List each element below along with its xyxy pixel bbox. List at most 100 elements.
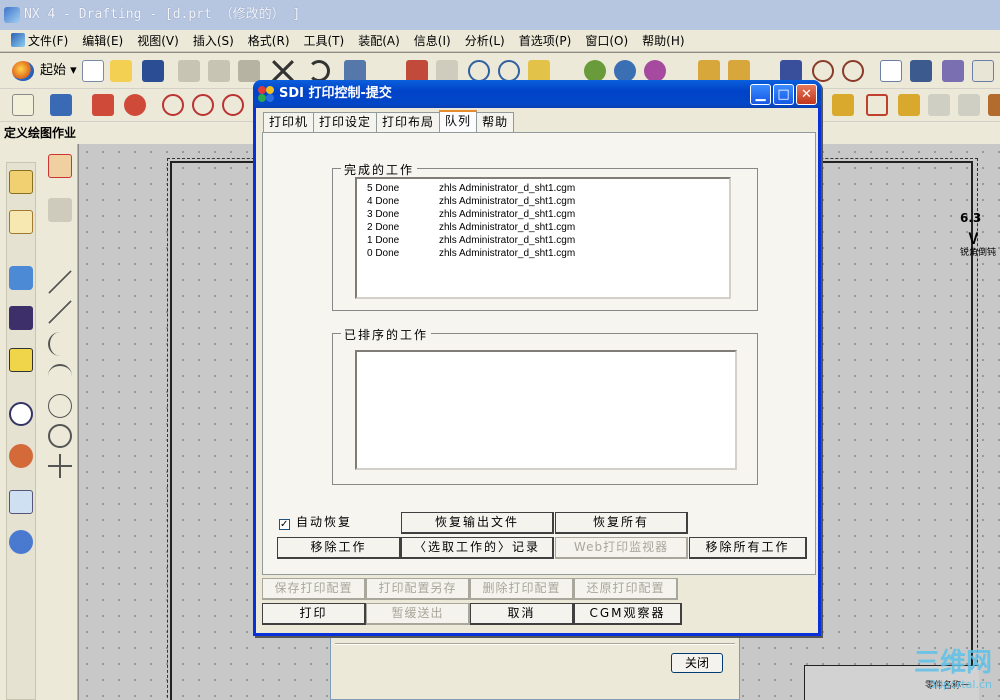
- symbol-icon[interactable]: [898, 94, 920, 116]
- view-icon[interactable]: [50, 94, 72, 116]
- window-icon[interactable]: [880, 60, 902, 82]
- start-button[interactable]: 起始 ▾: [10, 59, 77, 83]
- list-item[interactable]: 2 Done zhls Administrator_d_sht1.cgm: [357, 222, 729, 235]
- point-tool-icon[interactable]: [48, 154, 72, 178]
- tab-help[interactable]: 帮助: [476, 112, 515, 132]
- undo-icon[interactable]: [308, 60, 330, 82]
- maximize-icon[interactable]: □: [773, 84, 794, 105]
- list-item[interactable]: 1 Done zhls Administrator_d_sht1.cgm: [357, 235, 729, 248]
- menu-window[interactable]: 窗口(O): [578, 32, 635, 49]
- zoom-in-icon[interactable]: [498, 60, 520, 82]
- auto-recover-checkbox[interactable]: ✓ 自动恢复: [279, 513, 352, 530]
- tab-print-layout[interactable]: 打印布局: [376, 112, 441, 132]
- point-circle-icon[interactable]: [48, 394, 72, 418]
- rotate-icon[interactable]: [584, 60, 606, 82]
- fit-view-icon[interactable]: [406, 60, 428, 82]
- layers-icon[interactable]: [972, 60, 994, 82]
- tab-queue[interactable]: 队列: [439, 110, 478, 132]
- paste-icon[interactable]: [238, 60, 260, 82]
- point-plus-icon[interactable]: [48, 454, 72, 478]
- list-item[interactable]: 0 Done zhls Administrator_d_sht1.cgm: [357, 248, 729, 261]
- line-b-icon[interactable]: [48, 300, 72, 324]
- tab-printer[interactable]: 打印机: [263, 112, 315, 132]
- measure-angle-icon[interactable]: [728, 60, 750, 82]
- menu-file[interactable]: 文件(F): [4, 32, 75, 49]
- open-folder-icon[interactable]: [110, 60, 132, 82]
- assembly-navigator-icon[interactable]: [9, 170, 33, 194]
- help-icon[interactable]: [9, 348, 33, 372]
- fillet-icon[interactable]: [48, 364, 72, 388]
- completed-jobs-list[interactable]: 5 Done zhls Administrator_d_sht1.cgm 4 Do…: [355, 177, 731, 299]
- arc-icon[interactable]: [48, 332, 72, 356]
- tool-b-icon[interactable]: [48, 198, 72, 222]
- selection-icon[interactable]: [344, 60, 366, 82]
- save-icon[interactable]: [142, 60, 164, 82]
- menu-insert[interactable]: 插入(S): [186, 32, 241, 49]
- remove-job-button[interactable]: 移除工作: [277, 537, 401, 559]
- analysis-icon[interactable]: [842, 60, 864, 82]
- part-navigator-icon[interactable]: [9, 210, 33, 234]
- cancel-button[interactable]: 取消: [470, 603, 574, 625]
- dialog-title-bar[interactable]: SDI 打印控制-提交 ▁ □ ✕: [253, 80, 821, 108]
- menu-info[interactable]: 信息(I): [407, 32, 458, 49]
- roles-icon[interactable]: [9, 444, 33, 468]
- selected-job-log-button[interactable]: 〈选取工作的〉记录: [401, 537, 554, 559]
- print-button[interactable]: 打印: [262, 603, 366, 625]
- recover-all-button[interactable]: 恢复所有: [555, 512, 688, 534]
- render-icon[interactable]: [644, 60, 666, 82]
- list-item[interactable]: 4 Done zhls Administrator_d_sht1.cgm: [357, 196, 729, 209]
- menu-edit[interactable]: 编辑(E): [75, 32, 130, 49]
- web-browser-icon[interactable]: [9, 266, 33, 290]
- feature-b-icon[interactable]: [192, 94, 214, 116]
- checkbox-check-icon[interactable]: ✓: [279, 519, 290, 530]
- cube-b-icon[interactable]: [958, 94, 980, 116]
- measure-distance-icon[interactable]: [698, 60, 720, 82]
- list-item[interactable]: 3 Done zhls Administrator_d_sht1.cgm: [357, 209, 729, 222]
- list-item[interactable]: 5 Done zhls Administrator_d_sht1.cgm: [357, 183, 729, 196]
- menu-help[interactable]: 帮助(H): [635, 32, 691, 49]
- pan-icon[interactable]: [528, 60, 550, 82]
- queued-jobs-list[interactable]: [355, 350, 737, 470]
- restore-print-config-button[interactable]: 还原打印配置: [574, 578, 678, 600]
- orient-icon[interactable]: [614, 60, 636, 82]
- circle-tool-icon[interactable]: [48, 424, 72, 448]
- system-materials-icon[interactable]: [9, 490, 33, 514]
- recover-output-file-button[interactable]: 恢复输出文件: [401, 512, 554, 534]
- close-button[interactable]: 关闭: [671, 653, 723, 673]
- minimize-icon[interactable]: ▁: [750, 84, 771, 105]
- menu-analysis[interactable]: 分析(L): [458, 32, 512, 49]
- cube-c-icon[interactable]: [988, 94, 1000, 116]
- table-icon[interactable]: [942, 60, 964, 82]
- menu-preferences[interactable]: 首选项(P): [512, 32, 579, 49]
- cut-icon[interactable]: [178, 60, 200, 82]
- close-icon[interactable]: ✕: [796, 84, 817, 105]
- training-icon[interactable]: [9, 306, 33, 330]
- remove-all-jobs-button[interactable]: 移除所有工作: [689, 537, 807, 559]
- cube-a-icon[interactable]: [928, 94, 950, 116]
- line-icon[interactable]: [48, 270, 72, 294]
- feature-c-icon[interactable]: [222, 94, 244, 116]
- delete-icon[interactable]: [272, 60, 294, 82]
- new-sheet-icon[interactable]: [12, 94, 34, 116]
- delete-print-config-button[interactable]: 删除打印配置: [470, 578, 574, 600]
- circle-icon[interactable]: [812, 60, 834, 82]
- copy-icon[interactable]: [208, 60, 230, 82]
- annotation-icon[interactable]: [124, 94, 146, 116]
- new-file-icon[interactable]: [82, 60, 104, 82]
- menu-tools[interactable]: 工具(T): [297, 32, 352, 49]
- datum-icon[interactable]: [866, 94, 888, 116]
- menu-assembly[interactable]: 装配(A): [351, 32, 407, 49]
- save-print-config-button[interactable]: 保存打印配置: [262, 578, 366, 600]
- menu-format[interactable]: 格式(R): [241, 32, 297, 49]
- palette-icon[interactable]: [9, 530, 33, 554]
- cgm-viewer-button[interactable]: CGM观察器: [574, 603, 682, 625]
- weld-icon[interactable]: [832, 94, 854, 116]
- defer-submit-button[interactable]: 暂缓送出: [366, 603, 470, 625]
- feature-a-icon[interactable]: [162, 94, 184, 116]
- web-print-monitor-button[interactable]: Web打印监视器: [555, 537, 688, 559]
- text-icon[interactable]: [910, 60, 932, 82]
- zoom-icon[interactable]: [468, 60, 490, 82]
- menu-view[interactable]: 视图(V): [130, 32, 186, 49]
- save-print-config-as-button[interactable]: 打印配置另存: [366, 578, 470, 600]
- grid-icon[interactable]: [780, 60, 802, 82]
